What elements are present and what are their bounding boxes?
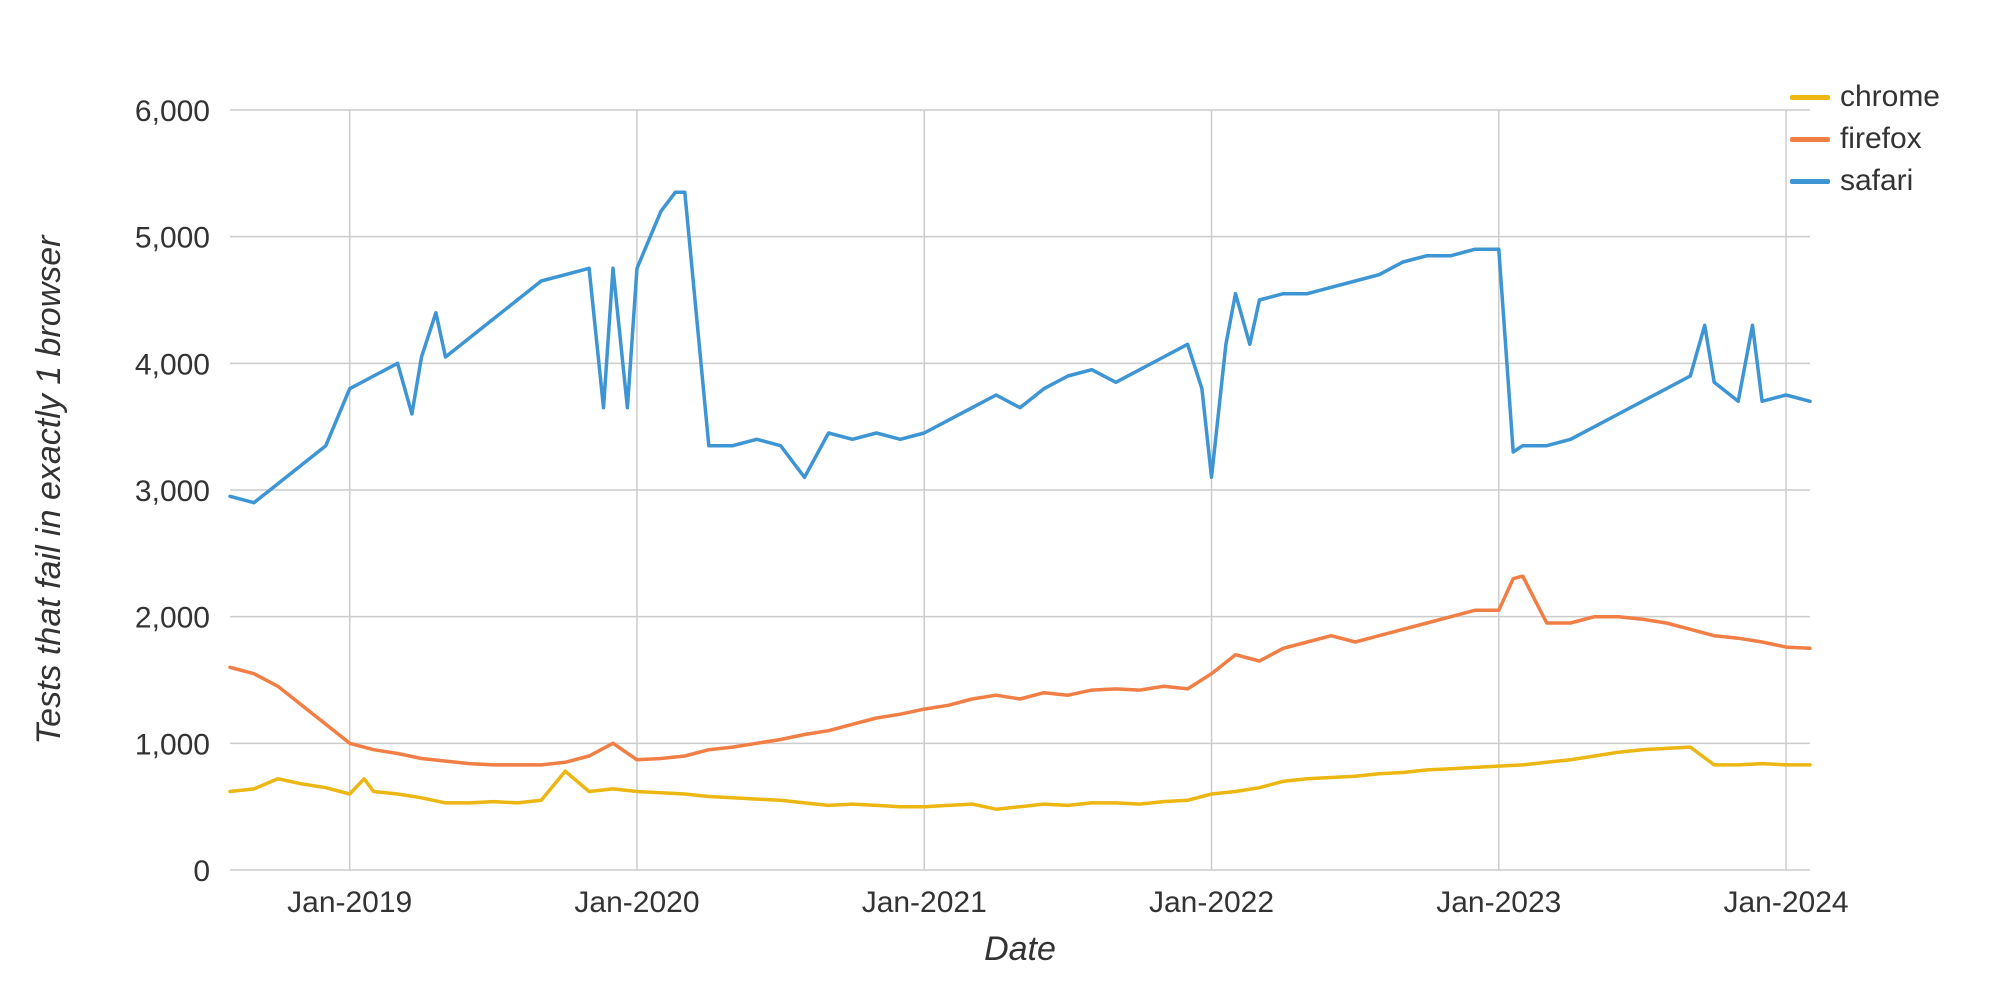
legend-swatch — [1790, 95, 1830, 100]
y-tick-label: 2,000 — [135, 602, 210, 635]
y-axis-label: Tests that fail in exactly 1 browser — [30, 234, 68, 745]
legend-swatch — [1790, 179, 1830, 184]
x-tick-label: Jan-2021 — [862, 886, 987, 919]
series-chrome — [230, 747, 1810, 809]
legend-item-firefox: firefox — [1790, 122, 1940, 156]
y-tick-label: 6,000 — [135, 95, 210, 128]
legend-label: firefox — [1840, 122, 1922, 156]
legend-swatch — [1790, 137, 1830, 142]
x-tick-label: Jan-2019 — [287, 886, 412, 919]
y-tick-label: 0 — [193, 855, 210, 888]
y-tick-label: 4,000 — [135, 348, 210, 381]
legend-item-safari: safari — [1790, 164, 1940, 198]
series-safari — [230, 192, 1810, 502]
legend-label: chrome — [1840, 80, 1940, 114]
y-tick-label: 5,000 — [135, 222, 210, 255]
y-tick-label: 3,000 — [135, 475, 210, 508]
x-tick-label: Jan-2023 — [1436, 886, 1561, 919]
series-firefox — [230, 576, 1810, 765]
line-chart: 0 1,000 2,000 3,000 4,000 5,000 6,000 Jan-2019 J… — [0, 0, 2000, 987]
chart-container: 0 1,000 2,000 3,000 4,000 5,000 6,000 Jan-2019 J… — [0, 0, 2000, 987]
x-axis-label: Date — [984, 930, 1056, 968]
chart-legend: chrome firefox safari — [1790, 80, 1940, 206]
legend-label: safari — [1840, 164, 1913, 198]
legend-item-chrome: chrome — [1790, 80, 1940, 114]
x-tick-label: Jan-2020 — [574, 886, 699, 919]
y-tick-label: 1,000 — [135, 728, 210, 761]
x-tick-label: Jan-2022 — [1149, 886, 1274, 919]
x-tick-label: Jan-2024 — [1724, 886, 1849, 919]
